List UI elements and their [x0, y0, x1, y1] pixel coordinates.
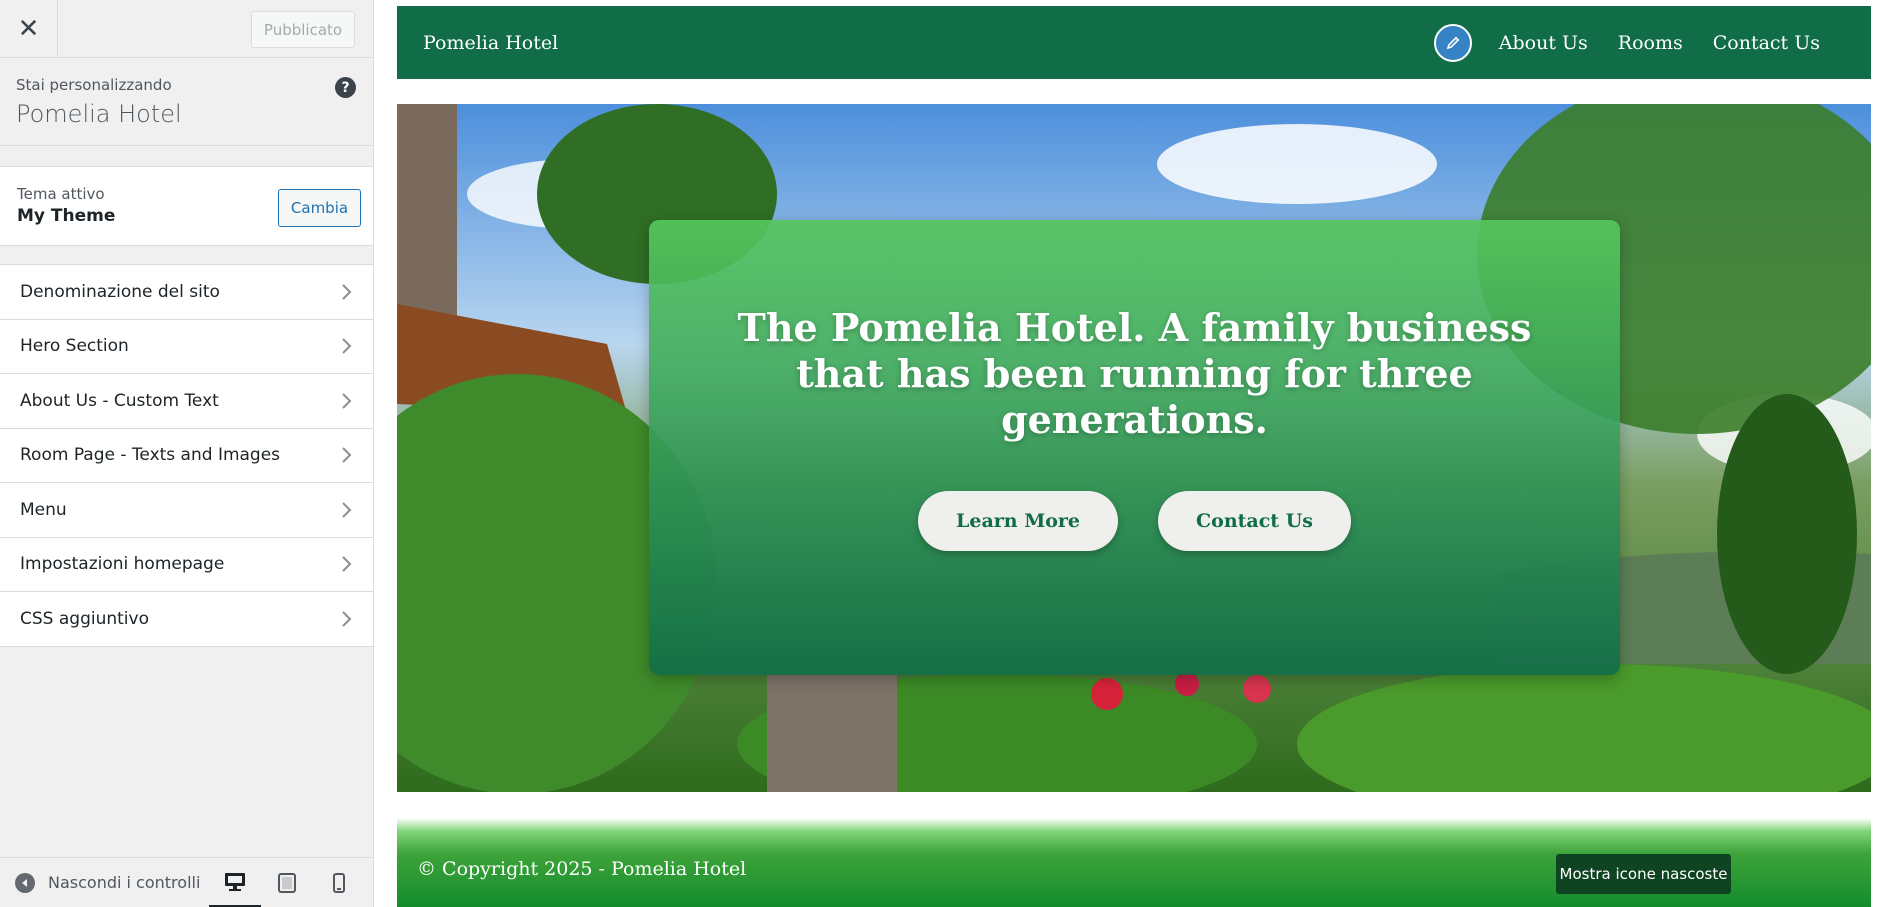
section-menu[interactable]: Menu	[0, 483, 373, 538]
close-icon: ✕	[17, 14, 40, 44]
chevron-right-icon	[342, 611, 352, 627]
hide-controls-button[interactable]: Nascondi i controlli	[0, 872, 201, 893]
change-theme-button[interactable]: Cambia	[278, 189, 361, 227]
nav-about-us[interactable]: About Us	[1499, 32, 1588, 54]
chevron-right-icon	[342, 502, 352, 518]
section-hero[interactable]: Hero Section	[0, 319, 373, 374]
customizing-label: Stai personalizzando	[16, 76, 172, 94]
section-label: Room Page - Texts and Images	[20, 445, 281, 466]
learn-more-button[interactable]: Learn More	[918, 490, 1119, 551]
nav-contact-us[interactable]: Contact Us	[1713, 32, 1820, 54]
chevron-right-icon	[342, 556, 352, 572]
chevron-right-icon	[342, 338, 352, 354]
hide-controls-label: Nascondi i controlli	[48, 873, 201, 892]
hero-section: The Pomelia Hotel. A family business tha…	[397, 104, 1871, 792]
section-label: Denominazione del sito	[20, 281, 220, 302]
section-label: Impostazioni homepage	[20, 554, 225, 575]
edit-shortcut-button[interactable]	[1433, 23, 1472, 62]
main-nav: About Us Rooms Contact Us	[1433, 6, 1835, 79]
customizer-sections: Denominazione del sito Hero Section Abou…	[0, 264, 373, 647]
section-label: Hero Section	[20, 336, 129, 357]
mobile-icon	[333, 873, 345, 893]
tablet-preview-button[interactable]	[261, 858, 313, 907]
active-theme-panel: Tema attivo My Theme Cambia	[0, 166, 373, 246]
device-switcher	[209, 858, 365, 907]
section-room-page[interactable]: Room Page - Texts and Images	[0, 428, 373, 483]
hero-title: The Pomelia Hotel. A family business tha…	[737, 304, 1532, 442]
help-icon[interactable]: ?	[335, 77, 356, 98]
publish-button[interactable]: Pubblicato	[251, 11, 355, 48]
tablet-icon	[278, 873, 296, 893]
desktop-icon	[225, 872, 245, 891]
mobile-preview-button[interactable]	[313, 858, 365, 907]
desktop-preview-button[interactable]	[209, 858, 261, 907]
site-title: Pomelia Hotel	[16, 100, 182, 128]
hero-card: The Pomelia Hotel. A family business tha…	[649, 220, 1620, 675]
copyright-text: © Copyright 2025 - Pomelia Hotel	[417, 857, 747, 880]
section-label: Menu	[20, 499, 67, 520]
section-about-us[interactable]: About Us - Custom Text	[0, 374, 373, 429]
close-button[interactable]: ✕	[0, 0, 58, 58]
section-site-identity[interactable]: Denominazione del sito	[0, 265, 373, 320]
customizer-header: ✕ Pubblicato	[0, 0, 373, 58]
tooltip: Mostra icone nascoste	[1556, 854, 1731, 894]
pencil-icon	[1446, 36, 1460, 49]
chevron-right-icon	[342, 284, 352, 300]
chevron-right-icon	[342, 393, 352, 409]
site-brand[interactable]: Pomelia Hotel	[423, 32, 558, 54]
customizer-info: Stai personalizzando Pomelia Hotel ?	[0, 58, 373, 146]
site-header: Pomelia Hotel About Us Rooms Contact Us	[397, 6, 1871, 79]
customizer-footer: Nascondi i controlli	[0, 857, 373, 907]
hero-buttons: Learn More Contact Us	[918, 490, 1351, 551]
nav-rooms[interactable]: Rooms	[1618, 32, 1683, 54]
section-label: CSS aggiuntivo	[20, 608, 149, 629]
collapse-arrow-icon	[15, 872, 35, 893]
section-homepage-settings[interactable]: Impostazioni homepage	[0, 537, 373, 592]
section-additional-css[interactable]: CSS aggiuntivo	[0, 592, 373, 647]
section-label: About Us - Custom Text	[20, 390, 219, 411]
chevron-right-icon	[342, 447, 352, 463]
hero-contact-us-button[interactable]: Contact Us	[1158, 490, 1351, 551]
site-preview: Pomelia Hotel About Us Rooms Contact Us	[375, 0, 1901, 907]
customizer-sidebar: ✕ Pubblicato Stai personalizzando Pomeli…	[0, 0, 374, 907]
